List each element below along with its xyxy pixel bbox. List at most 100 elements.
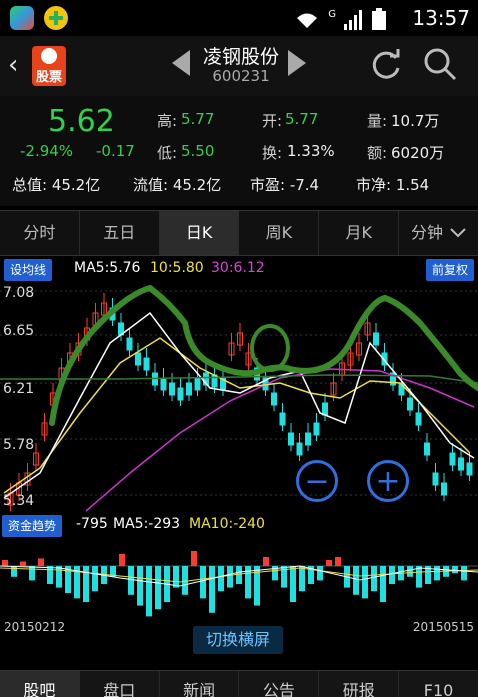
fund-bar [326, 560, 332, 566]
fund-ma10: MA10:-240 [189, 516, 265, 532]
tab-monthly-k[interactable]: 月K [319, 211, 400, 255]
tab-news[interactable]: 新闻 [160, 671, 240, 697]
refresh-icon[interactable] [368, 46, 404, 82]
fund-bar [128, 566, 134, 595]
low-value: 5.50 [181, 142, 215, 160]
fund-bar [155, 566, 161, 610]
end-date: 20150515 [412, 620, 474, 634]
fund-trend-chart[interactable] [0, 538, 478, 618]
fund-bar [11, 566, 17, 577]
stock-header: ‹ 股票 凌钢股份 600231 [0, 36, 478, 96]
total-market-value: 总值: 45.2亿 [12, 176, 101, 194]
network-type: G [328, 9, 336, 20]
candle-body [279, 412, 286, 426]
change-percent: -2.94% [20, 142, 74, 160]
fund-bar [461, 566, 467, 581]
stock-name: 凌钢股份 [202, 46, 279, 68]
stock-app-logo: 股票 [32, 46, 66, 86]
fund-trend-button[interactable]: 资金趋势 [2, 515, 63, 537]
battery-icon [372, 8, 386, 30]
prev-stock-arrow-icon[interactable] [172, 50, 190, 76]
fund-ma5: MA5:-293 [113, 516, 181, 532]
fund-bar [191, 551, 197, 566]
candle-body [458, 457, 464, 471]
search-icon[interactable] [422, 46, 458, 82]
candle-body [449, 452, 456, 466]
zoom-out-button[interactable]: − [296, 460, 338, 502]
logo-text: 股票 [35, 70, 62, 85]
y-label-5: 5.34 [3, 493, 35, 509]
candle-body [296, 442, 303, 456]
set-ma-button[interactable]: 设均线 [4, 259, 53, 281]
switch-landscape-button[interactable]: 切换横屏 [193, 626, 283, 654]
period-tabs: 分时 五日 日K 周K 月K 分钟 [0, 210, 478, 256]
app-icon-2 [44, 6, 68, 30]
candle-body [466, 462, 473, 476]
zoom-in-button[interactable]: + [367, 460, 409, 502]
signal-icon [344, 10, 362, 30]
current-price: 5.62 [48, 104, 115, 139]
candle-body [407, 397, 413, 411]
pb-ratio: 市净: 1.54 [356, 176, 430, 194]
tab-f10[interactable]: F10 [399, 671, 478, 697]
tab-minute-label: 分钟 [411, 223, 444, 242]
fund-bar [299, 566, 305, 592]
forward-adjust-button[interactable]: 前复权 [425, 259, 474, 281]
fund-bar [137, 566, 143, 606]
tab-minute[interactable]: 分钟 [399, 211, 478, 255]
ma-legend-row: 设均线 MA5:5.76 10:5.80 30:6.12 前复权 [0, 257, 478, 283]
tab-announcements[interactable]: 公告 [239, 671, 320, 697]
candlestick-chart[interactable]: 7.08 6.65 6.21 5.78 5.34 − + [0, 283, 478, 513]
fund-bar [380, 566, 386, 602]
fund-bar [407, 566, 413, 577]
tab-weekly-k[interactable]: 周K [239, 211, 320, 255]
tab-research[interactable]: 研报 [319, 671, 400, 697]
next-stock-arrow-icon[interactable] [288, 50, 306, 76]
fund-bar [362, 566, 368, 599]
fund-bar [200, 566, 206, 599]
low-label: 低: [157, 144, 178, 162]
candle-body [415, 412, 422, 426]
tab-five-day[interactable]: 五日 [80, 211, 160, 255]
bottom-tabs: 股吧 盘口 新闻 公告 研报 F10 [0, 670, 478, 697]
high-value: 5.77 [181, 110, 215, 128]
fund-bar [29, 566, 35, 581]
tab-forum[interactable]: 股吧 [0, 671, 80, 697]
wifi-icon [297, 13, 318, 28]
fund-trend-row: 资金趋势 -795 MA5:-293 MA10:-240 [0, 514, 478, 538]
volume-value: 10.7万 [391, 112, 440, 130]
candle-body [271, 392, 277, 406]
tab-intraday[interactable]: 分时 [0, 211, 80, 255]
fund-bar [92, 566, 98, 592]
fund-bar [236, 566, 242, 584]
candle-body [432, 472, 439, 486]
turnover-value: 1.33% [287, 142, 335, 160]
app-icon-1 [10, 6, 34, 30]
status-bar: G 13:57 [0, 0, 478, 36]
fund-bar [371, 566, 377, 592]
fund-bar [227, 566, 233, 588]
fund-bars-svg [0, 551, 478, 617]
tab-order-book[interactable]: 盘口 [80, 671, 160, 697]
candle-body [135, 352, 141, 366]
fund-bar [416, 566, 422, 588]
fund-bar [56, 566, 62, 588]
y-label-3: 6.21 [3, 381, 35, 397]
fund-bar [20, 561, 26, 566]
fund-bar [317, 566, 323, 581]
high-label: 高: [157, 112, 178, 130]
quote-panel: 5.62 -2.94% -0.17 高: 5.77 低: 5.50 开: 5.7… [0, 96, 478, 206]
candle-body [373, 332, 379, 346]
candle-body [322, 402, 328, 416]
candle-body [177, 387, 184, 401]
candle-body [160, 377, 167, 391]
candle-body [143, 357, 150, 371]
fund-bar [146, 566, 152, 617]
status-time: 13:57 [412, 6, 470, 30]
tab-daily-k[interactable]: 日K [159, 211, 240, 255]
candle-body [305, 432, 311, 446]
fund-bar [173, 566, 179, 588]
fund-bar [182, 566, 188, 595]
back-chevron-icon[interactable]: ‹ [8, 50, 18, 80]
fund-bar [290, 566, 296, 602]
